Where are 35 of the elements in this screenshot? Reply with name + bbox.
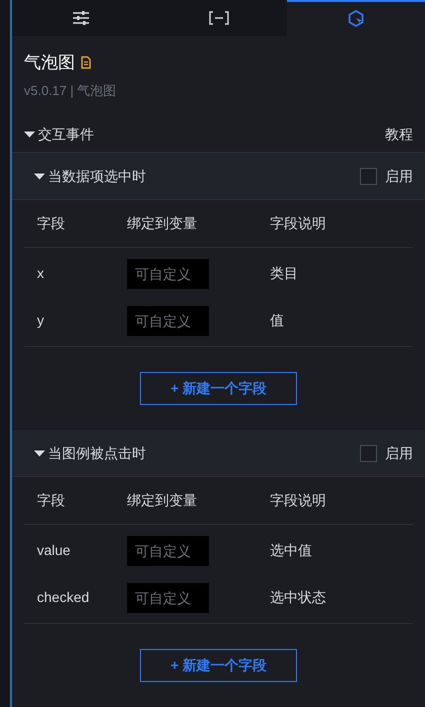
variable-input[interactable]: 可自定义 <box>127 258 209 288</box>
section-header[interactable]: 交互事件 <box>24 124 94 146</box>
column-header: 字段说明 <box>270 491 327 510</box>
variable-input[interactable]: 可自定义 <box>127 306 209 336</box>
field-name: value <box>37 541 72 560</box>
field-description: 选中状态 <box>270 588 327 607</box>
variable-input[interactable]: 可自定义 <box>127 582 209 612</box>
tutorial-link[interactable]: 教程 <box>385 124 413 146</box>
checkbox[interactable] <box>360 444 377 462</box>
bracket-minus-icon <box>208 10 228 25</box>
hexagon-cursor-icon <box>348 10 364 28</box>
field-description: 选中值 <box>270 541 313 560</box>
add-field-button[interactable]: + 新建一个字段 <box>140 649 297 682</box>
add-field-button[interactable]: + 新建一个字段 <box>140 372 297 405</box>
event-header[interactable]: 当图例被点击时 <box>34 442 146 464</box>
enable-label: 启用 <box>385 166 413 186</box>
enable-label: 启用 <box>385 444 413 462</box>
checkbox[interactable] <box>360 168 377 184</box>
column-header: 绑定到变量 <box>127 214 198 233</box>
panel-tab[interactable] <box>12 0 150 36</box>
field-name: checked <box>37 588 90 607</box>
variable-input[interactable]: 可自定义 <box>127 536 209 566</box>
sliders-icon <box>72 10 89 25</box>
column-header: 字段说明 <box>270 214 327 233</box>
component-title: 气泡图 <box>24 52 75 74</box>
field-name: y <box>37 311 45 330</box>
field-description: 类目 <box>270 264 299 283</box>
column-header: 绑定到变量 <box>127 491 198 510</box>
field-description: 值 <box>270 311 285 330</box>
column-header: 字段 <box>37 491 66 510</box>
document-icon <box>81 56 91 70</box>
version-text: v5.0.17 | 气泡图 <box>24 82 118 100</box>
field-name: x <box>37 264 45 283</box>
column-header: 字段 <box>37 214 66 233</box>
event-header[interactable]: 当数据项选中时 <box>34 166 146 186</box>
